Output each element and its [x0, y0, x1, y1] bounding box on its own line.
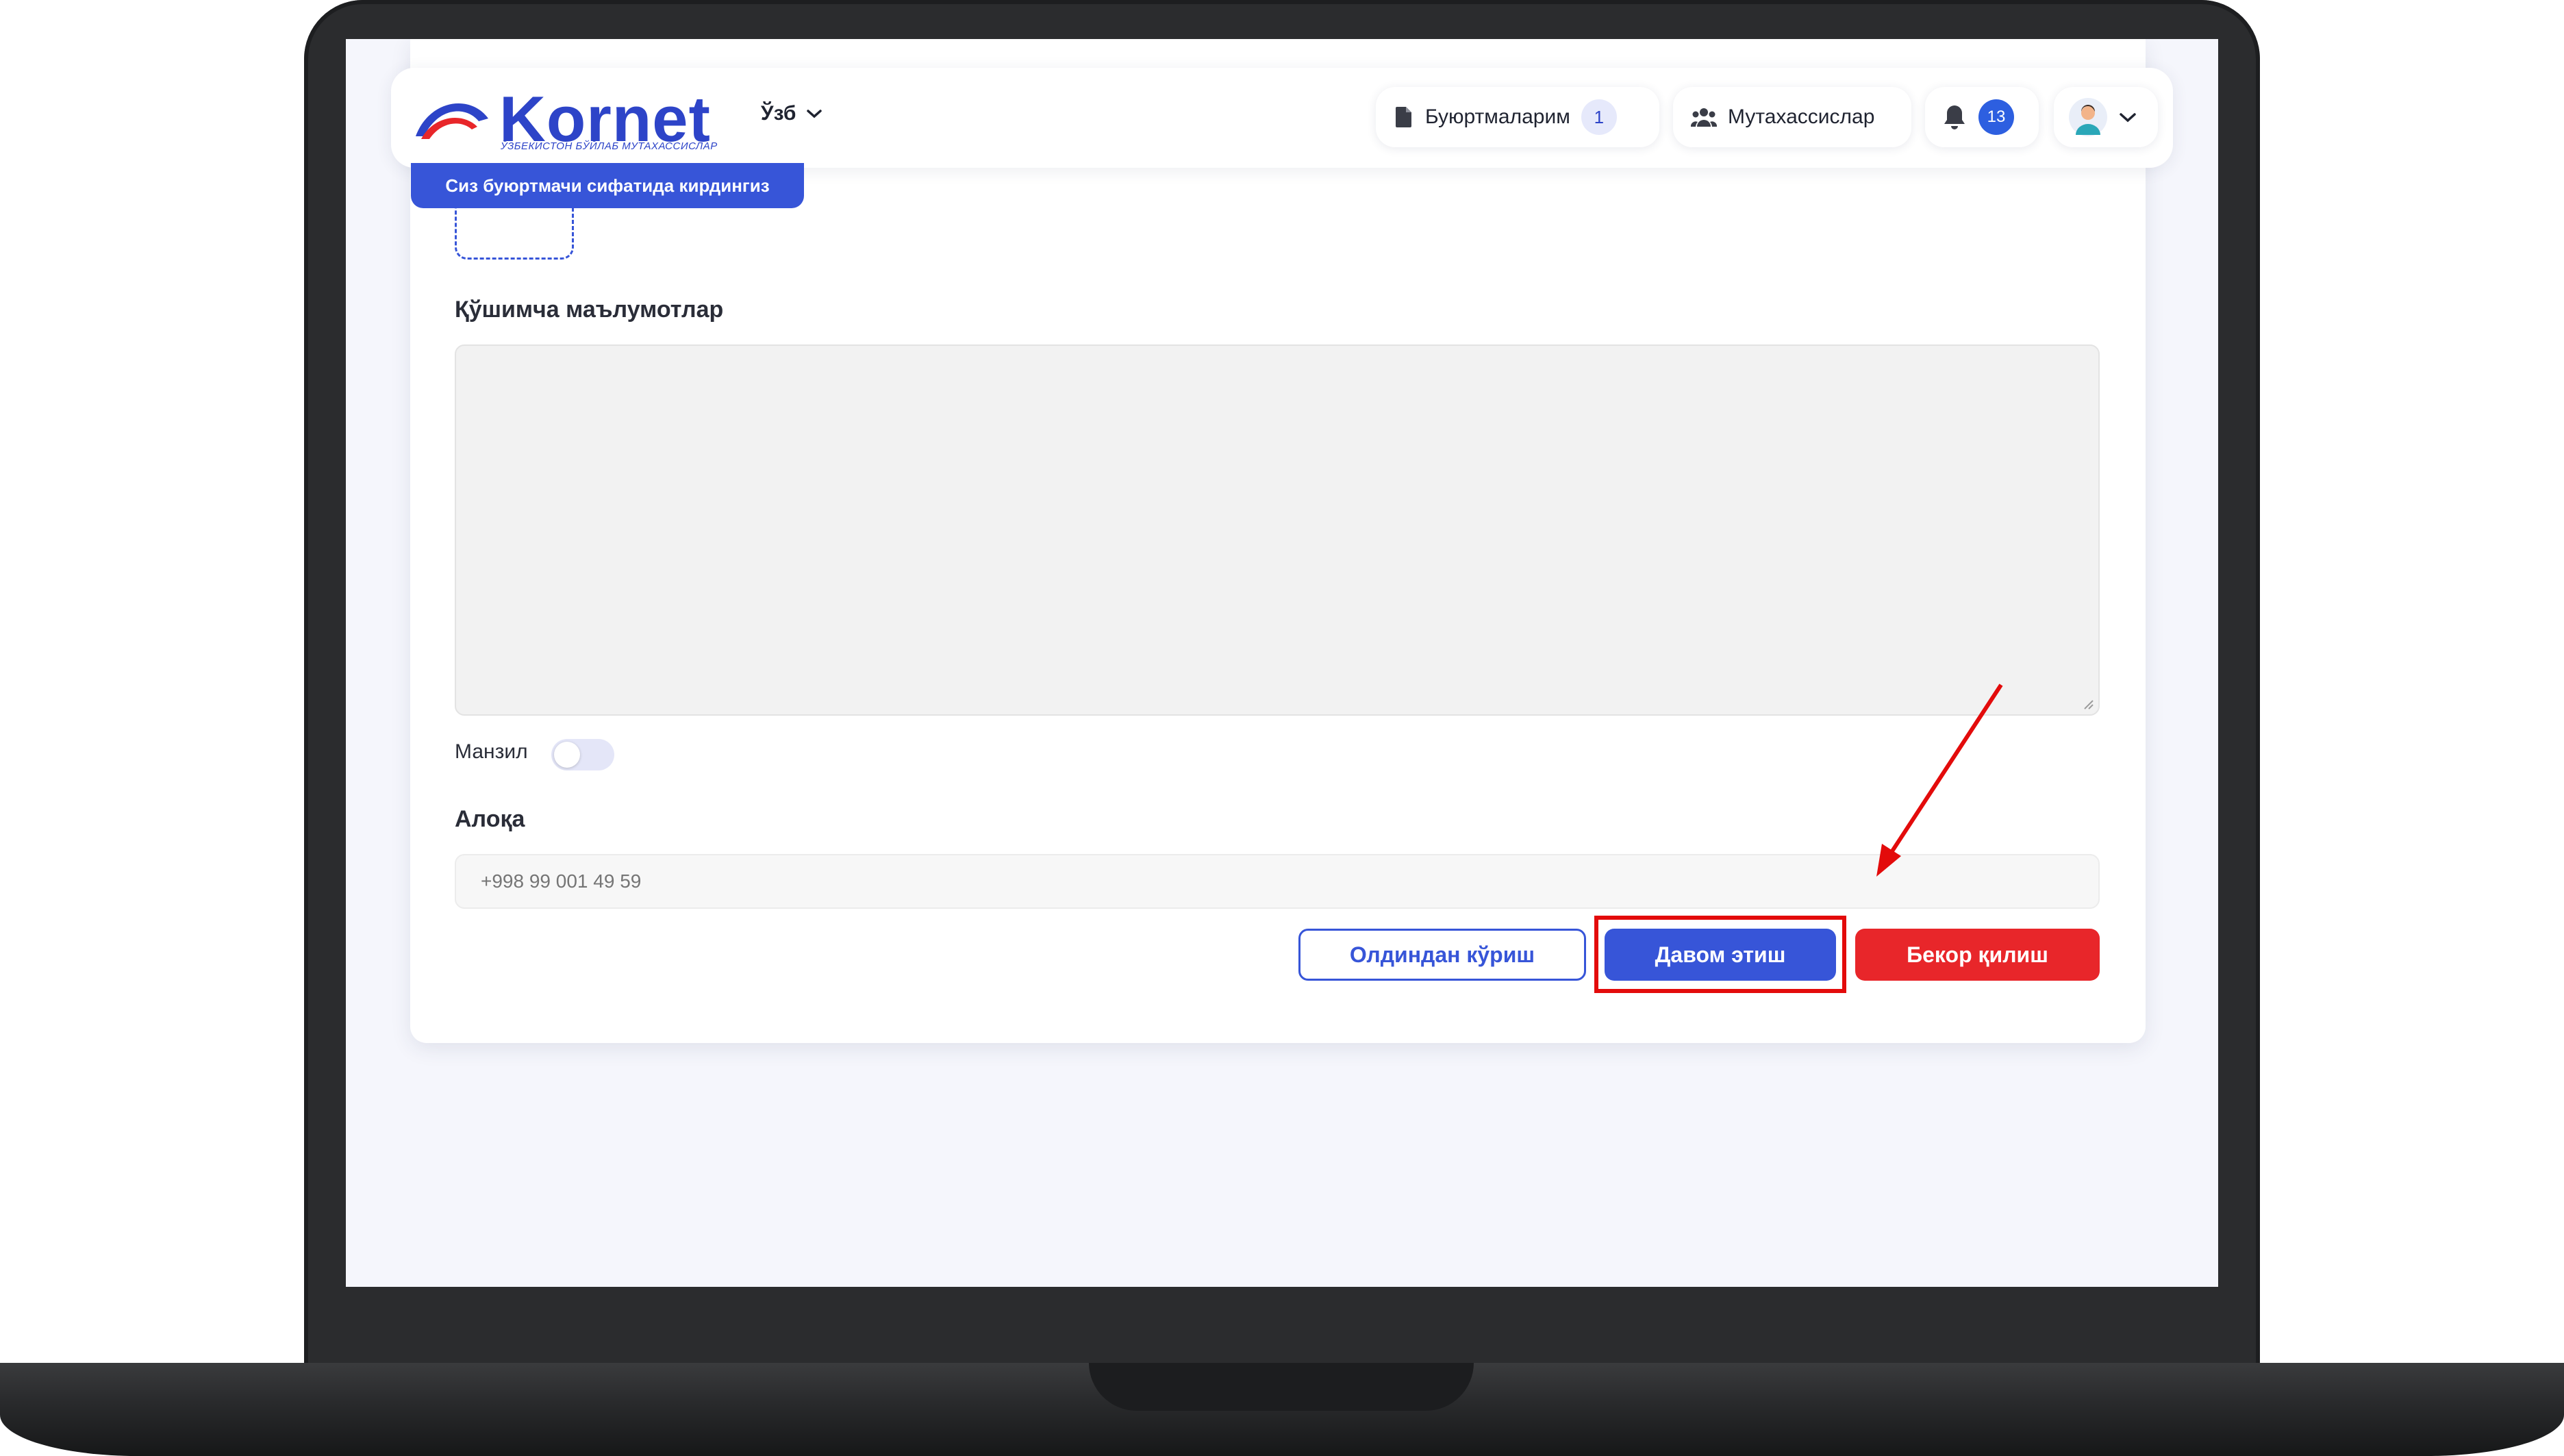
annotation-arrow-icon — [1876, 683, 2003, 877]
